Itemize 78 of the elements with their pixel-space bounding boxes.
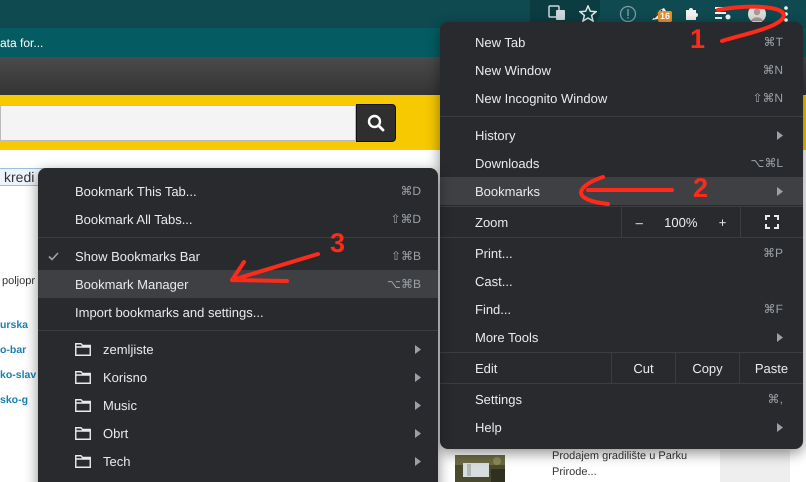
submenu-arrow-icon [415,400,421,410]
edit-action-button[interactable]: Paste [739,353,803,383]
menu-item[interactable]: New Tab [475,34,526,50]
menu-item-label: zemljiste [103,342,154,356]
zoom-level: 100% [664,214,698,230]
info-text: kredi [3,169,34,185]
menu-item-label: Korisno [103,370,148,384]
submenu-arrow-icon [415,344,421,354]
edit-action-button[interactable]: Copy [675,353,739,383]
shortcut-text: ⌥⌘L [750,156,783,170]
menu-item[interactable]: Print... [475,246,513,260]
menu-item[interactable]: History [475,128,516,142]
zoom-in-button[interactable]: + [712,214,732,230]
extension-badge: 16 [658,11,672,22]
search-field[interactable] [0,104,356,140]
menu-item[interactable]: Settings [475,392,522,406]
menu-item[interactable]: Downloads [475,156,540,170]
menu-item[interactable]: Bookmark Manager ⌥⌘B [38,270,438,298]
menu-item-label: Edit [474,360,498,378]
listing-link[interactable]: ko-slav [0,367,36,383]
folder-icon [75,454,91,468]
menu-item-label: Zoom [474,214,510,232]
menu-item-label: Tech [103,454,130,468]
shortcut-text: ⌘D [400,184,421,198]
menu-item[interactable]: Help [475,420,502,434]
menu-item-label: Bookmarks [475,184,540,198]
bookmark-folder[interactable]: zemljiste [38,335,438,363]
submenu-arrow-icon [415,456,421,466]
menu-item[interactable]: Bookmark All Tabs... [75,212,193,226]
step-number: 1 [690,26,706,53]
search-icon [367,114,385,132]
menu-item-label: Music [103,398,137,412]
search-button[interactable] [356,104,396,142]
submenu-arrow-icon [415,372,421,382]
shortcut-text: ⇧⌘N [752,91,783,105]
playlist-icon[interactable] [714,5,732,21]
folder-icon [75,342,91,356]
folder-icon [75,426,91,440]
listing-link[interactable]: urska [0,317,28,333]
shortcut-text: ⌘, [768,392,783,406]
star-icon[interactable] [579,5,597,22]
ad-panel [720,450,790,482]
submenu-arrow-icon [415,428,421,438]
edit-action-button[interactable]: Cut [611,353,675,383]
folder-icon [75,370,91,384]
shortcut-text: ⌘F [764,302,783,316]
shortcut-text: ⇧⌘D [390,212,421,226]
menu-item-label: Obrt [103,426,128,440]
menu-item[interactable]: Cast... [475,274,513,288]
menu-item[interactable]: Find... [475,302,512,316]
shortcut-text: ⌘N [762,63,783,77]
shortcut-text: ⌥⌘B [386,277,421,291]
listing-title[interactable]: Prodajem gradilište u Parku Prirode... [552,448,702,480]
bookmark-folder[interactable]: Korisno [38,363,438,391]
zoom-out-button[interactable]: – [630,214,649,230]
menu-item[interactable]: Bookmark This Tab... [75,184,197,198]
fullscreen-icon[interactable] [765,215,779,229]
shortcut-text: ⌘P [762,246,783,260]
menu-item[interactable]: New Window [475,62,551,78]
bookmark-folder[interactable]: Obrt [38,419,438,447]
step-number: 3 [330,230,346,257]
menu-item-label: Bookmark Manager [75,276,188,292]
listing-link[interactable]: o-bar [0,342,26,358]
info-icon[interactable] [619,5,637,23]
shortcut-text: ⇧⌘B [390,249,421,263]
menu-item[interactable]: Import bookmarks and settings... [75,304,264,320]
bookmark-item[interactable]: ata for... [0,36,44,50]
shortcut-text: ⌘T [764,35,783,49]
listing-link[interactable]: sko-g [0,392,28,408]
listing-text: poljopr [1,275,36,287]
folder-icon [75,398,91,412]
menu-item[interactable]: Show Bookmarks Bar [75,248,200,264]
menu-item[interactable]: More Tools [475,330,538,344]
menu-item[interactable]: New Incognito Window [475,90,608,106]
bookmark-folder[interactable]: Music [38,391,438,419]
bookmark-folder[interactable]: Tech [38,447,438,475]
puzzle-icon[interactable] [684,5,700,21]
step-number: 2 [693,175,708,202]
